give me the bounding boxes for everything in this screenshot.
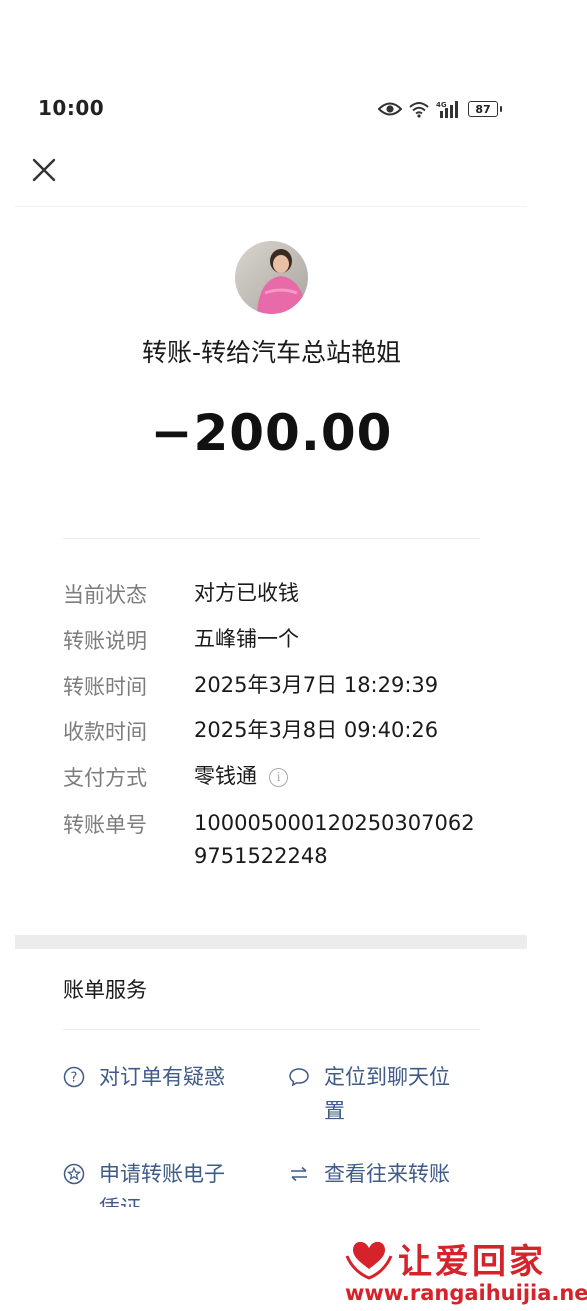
service-locate-chat[interactable]: 定位到聊天位 置 [288, 1060, 450, 1128]
transfer-amount: −200.00 [150, 404, 393, 462]
detail-value-order-no: 100005000120250307062 9751522248 [194, 807, 475, 873]
question-icon: ? [63, 1066, 85, 1088]
transfer-title: 转账-转给汽车总站艳姐 [141, 338, 402, 367]
chat-bubble-icon [289, 1068, 309, 1087]
detail-value-receive-time: 2025年3月8日 09:40:26 [194, 718, 439, 742]
service-label-line1: 申请转账电子 [99, 1162, 225, 1186]
detail-value-transfer-time: 2025年3月7日 18:29:39 [194, 673, 439, 697]
svg-text:?: ? [71, 1071, 78, 1086]
detail-label-payment-method: 支付方式 [63, 766, 147, 790]
info-icon[interactable]: i [269, 767, 288, 787]
detail-label-status: 当前状态 [63, 583, 147, 607]
header-divider [15, 206, 527, 207]
status-icons: 4G 87 [378, 99, 502, 119]
status-time: 10:00 [38, 96, 105, 120]
order-no-line2: 9751522248 [194, 844, 328, 868]
service-view-transfers[interactable]: 查看往来转账 [288, 1157, 450, 1191]
battery-level: 87 [475, 102, 491, 116]
detail-label-transfer-time: 转账时间 [63, 675, 147, 699]
divider [63, 1029, 480, 1030]
star-badge-icon [63, 1163, 85, 1185]
svg-text:4G: 4G [436, 101, 447, 109]
close-icon [32, 158, 56, 182]
heart-hands-icon [345, 1241, 393, 1280]
service-label-line2: 凭证 [99, 1191, 225, 1207]
detail-value-status: 对方已收钱 [194, 581, 299, 605]
bill-services-title: 账单服务 [63, 978, 147, 1002]
swap-arrows-icon [291, 1166, 307, 1182]
divider [63, 538, 480, 539]
service-label: 查看往来转账 [324, 1162, 450, 1186]
section-separator [15, 935, 527, 949]
service-apply-voucher[interactable]: 申请转账电子 凭证 [63, 1157, 225, 1207]
eye-icon [378, 102, 402, 116]
detail-value-payment-method: 零钱通 i [194, 760, 288, 793]
avatar[interactable] [235, 241, 308, 314]
detail-label-order-no: 转账单号 [63, 813, 147, 837]
signal-4g-icon: 4G [436, 101, 458, 118]
order-no-line1: 100005000120250307062 [194, 811, 475, 835]
service-label: 对订单有疑惑 [99, 1065, 225, 1089]
watermark-url: www.rangaihuijia.net [345, 1281, 587, 1305]
detail-value-note: 五峰铺一个 [194, 627, 299, 651]
service-label-line1: 定位到聊天位 [324, 1065, 450, 1089]
service-label-line2: 置 [324, 1099, 345, 1123]
detail-label-receive-time: 收款时间 [63, 720, 147, 744]
payment-method-text: 零钱通 [194, 764, 257, 788]
battery-icon: 87 [468, 101, 502, 117]
watermark-text: 让爱回家 [398, 1242, 546, 1282]
service-order-question[interactable]: ? 对订单有疑惑 [63, 1060, 225, 1094]
wifi-icon [409, 102, 429, 118]
close-button[interactable] [28, 154, 60, 186]
detail-label-note: 转账说明 [63, 629, 147, 653]
watermark-logo [345, 1236, 393, 1284]
